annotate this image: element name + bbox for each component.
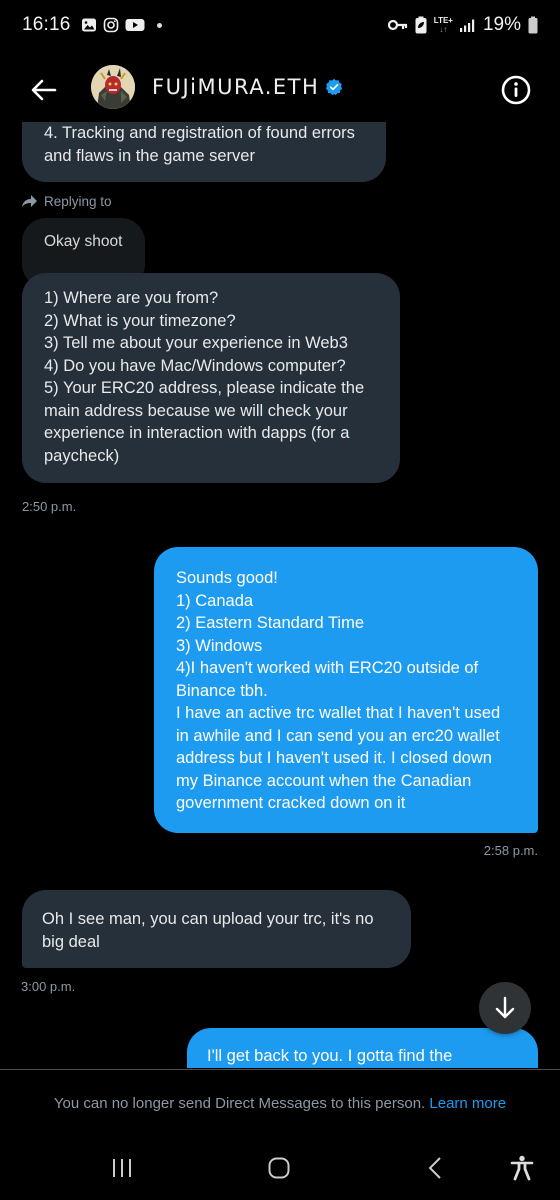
recent-apps-button[interactable] <box>102 1148 142 1188</box>
signal-icon <box>459 19 475 32</box>
notification-dot-icon <box>156 22 162 28</box>
back-icon <box>428 1157 441 1179</box>
gallery-icon <box>81 18 96 32</box>
verified-badge-icon <box>326 78 343 96</box>
home-icon <box>268 1157 290 1179</box>
learn-more-link[interactable]: Learn more <box>429 1095 506 1112</box>
scroll-to-bottom-button[interactable] <box>479 982 531 1034</box>
message-bubble-outgoing[interactable]: Sounds good! 1) Canada 2) Eastern Standa… <box>154 547 538 833</box>
info-icon <box>501 75 531 105</box>
message-timestamp: 3:00 p.m. <box>21 979 76 994</box>
conversation-header: FUJiMURA.ETH <box>0 56 560 122</box>
accessibility-icon <box>510 1155 534 1181</box>
message-text: Sounds good! 1) Canada 2) Eastern Standa… <box>176 569 501 812</box>
recent-apps-icon <box>113 1159 131 1177</box>
accessibility-button[interactable] <box>502 1148 542 1188</box>
message-bubble-incoming[interactable]: Oh I see man, you can upload your trc, i… <box>22 890 411 968</box>
reply-quote-text: Okay shoot <box>44 233 123 250</box>
youtube-icon <box>125 19 145 31</box>
battery-percent: 19% <box>482 14 521 35</box>
message-text: I'll get back to you. I gotta find the <box>207 1047 453 1065</box>
message-bubble-incoming[interactable]: 1) Where are you from? 2) What is your t… <box>22 273 400 483</box>
message-text: 1) Where are you from? 2) What is your t… <box>44 289 365 465</box>
dm-disabled-text: You can no longer send Direct Messages t… <box>53 1095 426 1112</box>
message-list[interactable]: 4. Tracking and registration of found er… <box>0 122 560 1068</box>
message-bubble-incoming[interactable]: 4. Tracking and registration of found er… <box>22 122 386 182</box>
instagram-icon <box>103 17 118 33</box>
reply-arrow-icon <box>22 195 37 207</box>
system-back-button[interactable] <box>415 1148 455 1188</box>
arrow-down-icon <box>495 996 515 1019</box>
replying-to-label: Replying to <box>22 194 112 209</box>
composer-divider <box>0 1069 560 1070</box>
back-button[interactable] <box>28 74 60 106</box>
message-text: 4. Tracking and registration of found er… <box>44 124 355 165</box>
dm-disabled-notice: You can no longer send Direct Messages t… <box>0 1095 560 1112</box>
lte-icon: LTE+ ↓↑ <box>433 16 453 34</box>
arrow-left-icon <box>31 79 57 101</box>
contact-avatar[interactable] <box>91 65 135 109</box>
message-text: Oh I see man, you can upload your trc, i… <box>42 910 374 951</box>
contact-name-wrap[interactable]: FUJiMURA.ETH <box>152 75 343 99</box>
home-button[interactable] <box>259 1148 299 1188</box>
status-time: 16:16 <box>22 14 71 35</box>
status-bar: 16:16 LTE+ ↓↑ 19% <box>0 0 560 50</box>
avatar-image <box>91 65 135 109</box>
message-timestamp: 2:58 p.m. <box>483 843 538 858</box>
battery-icon <box>528 16 538 34</box>
contact-name: FUJiMURA.ETH <box>152 75 320 99</box>
conversation-info-button[interactable] <box>500 74 532 106</box>
message-bubble-outgoing[interactable]: I'll get back to you. I gotta find the <box>187 1028 538 1068</box>
battery-saver-icon <box>415 16 427 34</box>
system-nav-bar <box>0 1140 560 1200</box>
vpn-key-icon <box>387 19 407 31</box>
message-timestamp: 2:50 p.m. <box>22 499 77 514</box>
